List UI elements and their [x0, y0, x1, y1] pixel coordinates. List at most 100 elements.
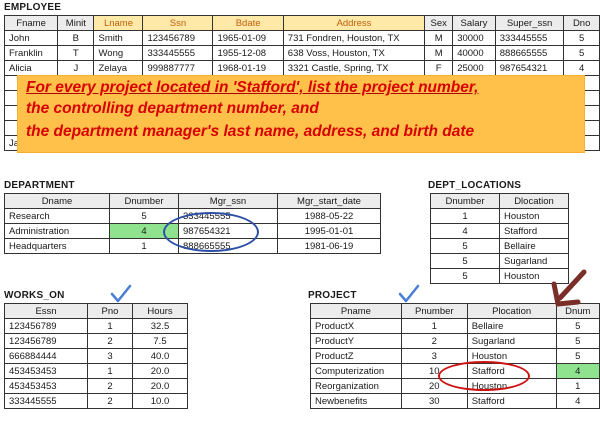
employee-col-header: Lname: [93, 15, 144, 31]
department-cell: 1981-06-19: [277, 238, 381, 254]
project-cell: Reorganization: [310, 378, 402, 394]
works-on-row: 123456789 2 7.5: [4, 333, 188, 349]
employee-cell: F: [424, 60, 454, 76]
works-on-cell: 666884444: [4, 348, 88, 364]
employee-cell: Zelaya: [93, 60, 144, 76]
banner-line-1: For every project located in 'Stafford',…: [26, 79, 478, 97]
dept-locations-cell: 1: [430, 208, 500, 224]
works-on-row: 666884444 3 40.0: [4, 348, 188, 364]
employee-cell: M: [424, 30, 454, 46]
dept-locations-row: 4 Stafford: [430, 223, 569, 239]
employee-cell: 1965-01-09: [212, 30, 284, 46]
employee-row: Franklin T Wong 333445555 1955-12-08 638 Voss…: [3, 45, 600, 61]
employee-cell: 4: [563, 60, 600, 76]
works-on-cell: 123456789: [4, 333, 88, 349]
works-on-cell: 123456789: [4, 318, 88, 334]
employee-cell: 5: [563, 45, 600, 61]
project-row: ProductX 1 Bellaire 5: [310, 318, 600, 334]
project-cell: Newbenefits: [310, 393, 402, 409]
blue-oval: [163, 212, 259, 252]
check-mark-icon: [398, 284, 420, 303]
employee-row: John B Smith 123456789 1965-01-09 731 Fondren…: [3, 30, 600, 46]
banner-text-3: the department manager's last name, addr…: [26, 123, 475, 140]
employee-cell: 123456789: [142, 30, 214, 46]
dept-locations-row: 1 Houston: [430, 208, 569, 224]
project-col-header: Plocation: [466, 303, 557, 319]
department-cell: 1988-05-22: [277, 208, 381, 224]
works-on-cell: 7.5: [132, 333, 188, 349]
employee-col-header: Fname: [3, 15, 59, 31]
employee-cell: 731 Fondren, Houston, TX: [282, 30, 426, 46]
dept-locations-cell: Sugarland: [499, 253, 569, 269]
works-on-cell: 2: [87, 378, 133, 394]
project-cell: ProductX: [310, 318, 402, 334]
employee-cell: 638 Voss, Houston, TX: [282, 45, 426, 61]
works-on-row: 123456789 1 32.5: [4, 318, 188, 334]
employee-cell: 888665555: [494, 45, 565, 61]
project-cell: 30: [400, 393, 468, 409]
works-on-row: 333445555 2 10.0: [4, 393, 188, 409]
employee-cell: 25000: [452, 60, 496, 76]
employee-cell: M: [424, 45, 454, 61]
dept-locations-cell: 5: [430, 253, 500, 269]
employee-title: EMPLOYEE: [4, 2, 62, 13]
employee-cell: 987654321: [494, 60, 565, 76]
project-row: ProductY 2 Sugarland 5: [310, 333, 600, 349]
employee-cell: Franklin: [3, 45, 59, 61]
project-cell: 2: [400, 333, 468, 349]
question-banner: For every project located in 'Stafford',…: [18, 76, 584, 152]
dept-locations-col-header: Dlocation: [499, 193, 569, 209]
works-on-title: WORKS_ON: [4, 290, 65, 301]
project-cell: 5: [555, 333, 600, 349]
dept-locations-cell: 5: [430, 268, 500, 284]
works-on-cell: 1: [87, 318, 133, 334]
dept-locations-cell: Bellaire: [499, 238, 569, 254]
employee-cell: 1955-12-08: [212, 45, 284, 61]
department-cell: Research: [4, 208, 110, 224]
project-title: PROJECT: [308, 290, 357, 301]
employee-col-header: Sex: [424, 15, 454, 31]
project-cell: 3: [400, 348, 468, 364]
project-cell: ProductY: [310, 333, 402, 349]
employee-col-header: Ssn: [142, 15, 214, 31]
banner-text-1: For every project located in 'Stafford',…: [26, 79, 479, 96]
works-on-cell: 20.0: [132, 363, 188, 379]
department-col-header: Mgr_ssn: [178, 193, 278, 209]
dept-locations-table: Dnumber Dlocation 1 Houston 4 Stafford 5 Bella…: [430, 193, 569, 284]
project-cell: 5: [555, 318, 600, 334]
works-on-cell: 453453453: [4, 378, 88, 394]
works-on-row: 453453453 1 20.0: [4, 363, 188, 379]
dept-locations-cell: Houston: [499, 208, 569, 224]
employee-cell: 333445555: [494, 30, 565, 46]
employee-cell: 40000: [452, 45, 496, 61]
dept-locations-row: 5 Bellaire: [430, 238, 569, 254]
employee-cell: Wong: [93, 45, 144, 61]
works-on-cell: 333445555: [4, 393, 88, 409]
project-cell: ProductZ: [310, 348, 402, 364]
works-on-cell: 20.0: [132, 378, 188, 394]
dept-locations-title: DEPT_LOCATIONS: [428, 180, 522, 191]
works-on-col-header: Hours: [132, 303, 188, 319]
employee-col-header: Bdate: [212, 15, 284, 31]
employee-cell: 30000: [452, 30, 496, 46]
works-on-cell: 1: [87, 363, 133, 379]
project-cell: 1: [555, 378, 600, 394]
employee-col-header: Address: [282, 15, 426, 31]
employee-cell: 333445555: [142, 45, 214, 61]
department-col-header: Dname: [4, 193, 110, 209]
works-on-cell: 40.0: [132, 348, 188, 364]
works-on-row: 453453453 2 20.0: [4, 378, 188, 394]
employee-col-header: Dno: [563, 15, 600, 31]
employee-cell: 999887777: [142, 60, 214, 76]
dept-locations-header-row: Dnumber Dlocation: [430, 193, 569, 209]
works-on-header-row: Essn Pno Hours: [4, 303, 188, 319]
works-on-table: Essn Pno Hours 123456789 1 32.5 123456789 2 7.5…: [4, 303, 188, 409]
employee-cell: T: [57, 45, 95, 61]
project-cell: 4: [555, 393, 600, 409]
employee-cell: John: [3, 30, 59, 46]
department-cell: 1995-01-01: [277, 223, 381, 239]
employee-cell: J: [57, 60, 95, 76]
department-header-row: Dname Dnumber Mgr_ssn Mgr_start_date: [4, 193, 381, 209]
employee-cell: B: [57, 30, 95, 46]
works-on-cell: 32.5: [132, 318, 188, 334]
